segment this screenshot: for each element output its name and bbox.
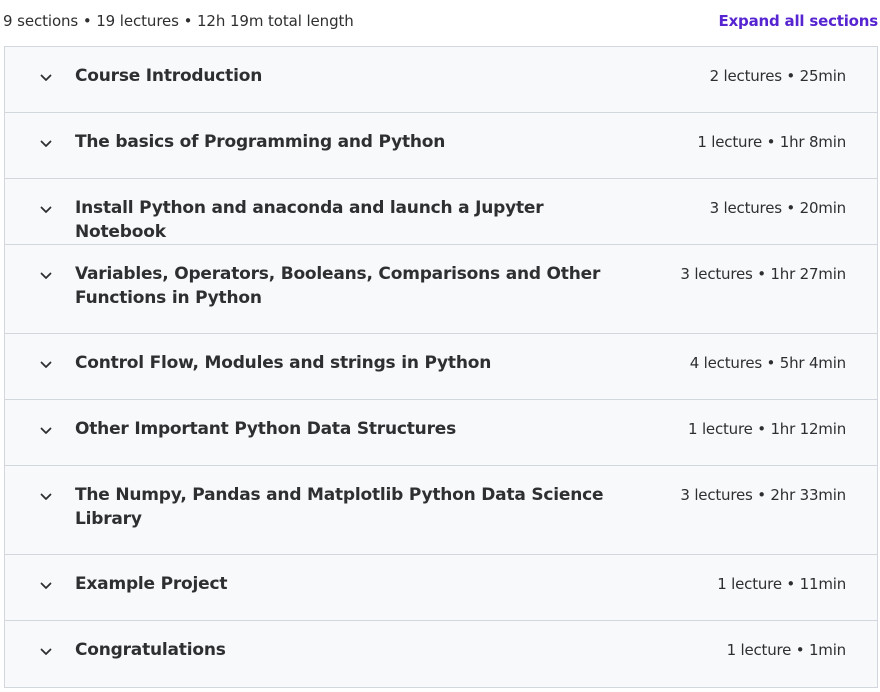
section-title: Variables, Operators, Booleans, Comparis… [75, 264, 601, 308]
section-title: Congratulations [75, 640, 226, 660]
section-meta: 1 lecture • 11min [717, 575, 846, 593]
section-meta: 1 lecture • 1hr 12min [688, 420, 846, 438]
chevron-down-icon [39, 137, 53, 151]
chevron-down-icon [39, 645, 53, 659]
chevron-down-icon [39, 358, 53, 372]
section-numpy-pandas-matplotlib[interactable]: The Numpy, Pandas and Matplotlib Python … [5, 466, 877, 555]
expand-all-sections-button[interactable]: Expand all sections [719, 12, 879, 30]
section-meta: 3 lectures • 1hr 27min [680, 265, 846, 283]
section-congratulations[interactable]: Congratulations 1 lecture • 1min [5, 621, 877, 687]
section-variables-operators[interactable]: Variables, Operators, Booleans, Comparis… [5, 245, 877, 334]
section-title: Control Flow, Modules and strings in Pyt… [75, 353, 492, 373]
section-title: Course Introduction [75, 66, 263, 86]
chevron-down-icon [39, 203, 53, 217]
section-meta: 1 lecture • 1hr 8min [697, 133, 846, 151]
section-install-python-anaconda[interactable]: Install Python and anaconda and launch a… [5, 179, 877, 245]
section-meta: 1 lecture • 1min [726, 641, 847, 659]
chevron-down-icon [39, 424, 53, 438]
section-data-structures[interactable]: Other Important Python Data Structures 1… [5, 400, 877, 466]
section-title: Example Project [75, 574, 228, 594]
section-meta: 4 lectures • 5hr 4min [689, 354, 846, 372]
section-control-flow[interactable]: Control Flow, Modules and strings in Pyt… [5, 334, 877, 400]
section-list: Course Introduction 2 lectures • 25min T… [4, 46, 878, 688]
section-title: The basics of Programming and Python [75, 132, 446, 152]
curriculum-summary-bar: 9 sections • 19 lectures • 12h 19m total… [0, 0, 880, 46]
chevron-down-icon [39, 71, 53, 85]
section-meta: 3 lectures • 2hr 33min [680, 486, 846, 504]
section-title: Install Python and anaconda and launch a… [75, 198, 544, 242]
section-example-project[interactable]: Example Project 1 lecture • 11min [5, 555, 877, 621]
chevron-down-icon [39, 579, 53, 593]
section-meta: 2 lectures • 25min [709, 67, 847, 85]
curriculum-summary: 9 sections • 19 lectures • 12h 19m total… [3, 12, 354, 30]
section-title: The Numpy, Pandas and Matplotlib Python … [75, 485, 604, 529]
chevron-down-icon [39, 269, 53, 283]
section-course-introduction[interactable]: Course Introduction 2 lectures • 25min [5, 47, 877, 113]
chevron-down-icon [39, 490, 53, 504]
section-basics-programming-python[interactable]: The basics of Programming and Python 1 l… [5, 113, 877, 179]
section-meta: 3 lectures • 20min [709, 199, 847, 217]
section-title: Other Important Python Data Structures [75, 419, 457, 439]
